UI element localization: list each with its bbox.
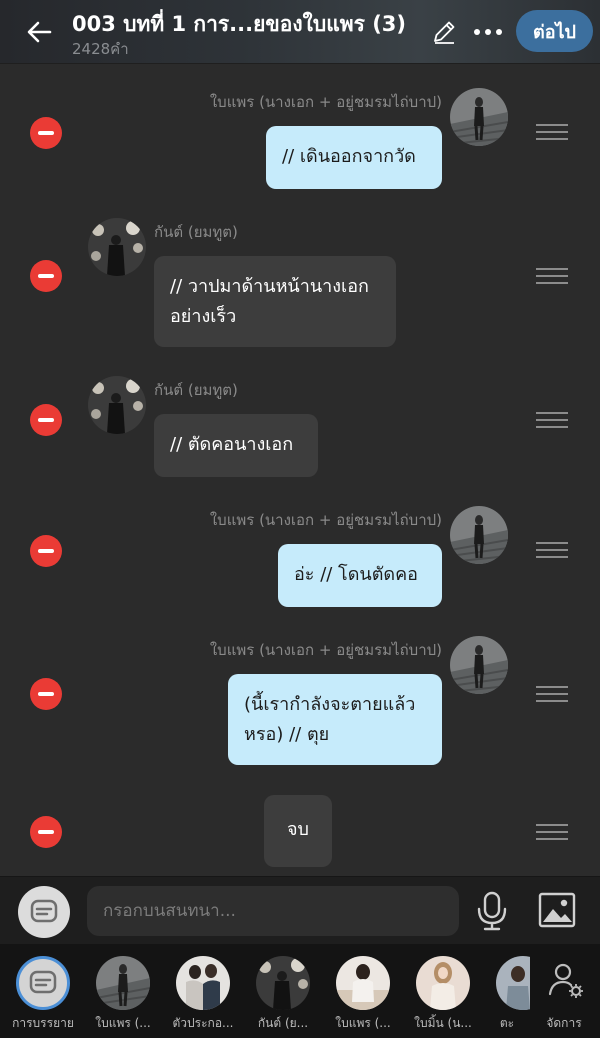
avatar [176,956,230,1010]
man-bokeh-avatar [88,218,146,276]
character-label: ตะ [499,1016,515,1030]
message-input[interactable] [87,886,459,936]
delete-message-button[interactable] [30,260,62,292]
message-row: ใบแพร (นางเอก + อยู่ชมรมไถ่บาป) (นี้เราก… [0,634,600,774]
avatar[interactable] [450,506,508,564]
avatar[interactable] [450,636,508,694]
delete-message-button[interactable] [30,678,62,710]
image-icon[interactable] [538,892,576,928]
character-label: ใบมิ้น (น... [414,1016,472,1030]
drag-handle-icon[interactable] [536,542,568,560]
chat-bubble-icon [30,899,58,923]
sender-name: กันต์ (ยมทูต) [154,381,238,399]
woman-stairs-avatar [450,636,508,694]
character-label: การบรรยาย [12,1016,74,1030]
sender-name: ใบแพร (นางเอก + อยู่ชมรมไถ่บาป) [209,641,442,659]
drag-handle-icon[interactable] [536,268,568,286]
next-button[interactable]: ต่อไป [516,10,593,52]
delete-message-button[interactable] [30,535,62,567]
avatar [256,956,310,1010]
drag-handle-icon[interactable] [536,686,568,704]
drag-handle-icon[interactable] [536,824,568,842]
sender-name: ใบแพร (นางเอก + อยู่ชมรมไถ่บาป) [209,93,442,111]
message-bubble[interactable]: // ตัดคอนางเอก [154,414,318,477]
avatar [336,956,390,1010]
avatar[interactable] [450,88,508,146]
woman-stairs-avatar [450,88,508,146]
message-bubble[interactable]: // เดินออกจากวัด [266,126,442,189]
character-label: ตัวประกอ... [172,1016,234,1030]
sender-name: กันต์ (ยมทูต) [154,223,238,241]
drag-handle-icon[interactable] [536,412,568,430]
message-row: จบ [0,794,600,870]
character-item[interactable]: ใบมิ้น (น... [404,956,482,1036]
delete-message-button[interactable] [30,404,62,436]
man-bokeh-avatar [88,376,146,434]
character-item[interactable]: ตะ [484,956,530,1036]
top-app-bar: 003 บทที่ 1 การ...ยของใบแพร (3) 2428คำ ต… [0,0,600,64]
back-arrow-icon[interactable] [22,14,58,50]
character-item[interactable]: กันต์ (ย... [244,956,322,1036]
narration-icon [16,956,70,1010]
character-selector: การบรรยาย ใบแพร (... ตัวประกอ... กันต์ (… [0,944,600,1038]
avatar [96,956,150,1010]
message-row: กันต์ (ยมทูต) // ตัดคอนางเอก [0,374,600,484]
avatar [496,956,530,1010]
message-bubble[interactable]: (นี้เรากำลังจะตายแล้ว หรอ) // ตุย [228,674,442,765]
character-item[interactable]: ตัวประกอ... [164,956,242,1036]
microphone-icon[interactable] [474,891,510,931]
avatar[interactable] [88,218,146,276]
woman-stairs-avatar [450,506,508,564]
pencil-icon[interactable] [430,18,458,46]
message-bubble[interactable]: อ่ะ // โดนตัดคอ [278,544,442,607]
character-label: กันต์ (ย... [257,1016,309,1030]
character-label: ใบแพร (... [335,1016,391,1030]
character-label: ใบแพร (... [95,1016,151,1030]
delete-message-button[interactable] [30,816,62,848]
drag-handle-icon[interactable] [536,124,568,142]
character-item[interactable]: ใบแพร (... [84,956,162,1036]
manage-characters-button[interactable]: จัดการ [530,956,598,1036]
message-row: ใบแพร (นางเอก + อยู่ชมรมไถ่บาป) // เดินอ… [0,86,600,196]
word-count: 2428คำ [72,40,129,58]
message-bubble[interactable]: // วาปมาด้านหน้านางเอก อย่างเร็ว [154,256,396,347]
avatar[interactable] [88,376,146,434]
more-options-icon[interactable] [470,18,506,46]
avatar [416,956,470,1010]
sender-name: ใบแพร (นางเอก + อยู่ชมรมไถ่บาป) [209,511,442,529]
message-composer [0,876,600,944]
narration-toggle-button[interactable] [18,886,70,938]
message-bubble[interactable]: จบ [264,795,332,867]
chat-message-list: ใบแพร (นางเอก + อยู่ชมรมไถ่บาป) // เดินอ… [0,64,600,876]
manage-label: จัดการ [546,1016,582,1030]
character-narration[interactable]: การบรรยาย [4,956,82,1036]
delete-message-button[interactable] [30,117,62,149]
message-row: กันต์ (ยมทูต) // วาปมาด้านหน้านางเอก อย่… [0,216,600,356]
message-row: ใบแพร (นางเอก + อยู่ชมรมไถ่บาป) อ่ะ // โ… [0,504,600,614]
user-settings-icon [548,963,583,998]
character-item[interactable]: ใบแพร (... [324,956,402,1036]
